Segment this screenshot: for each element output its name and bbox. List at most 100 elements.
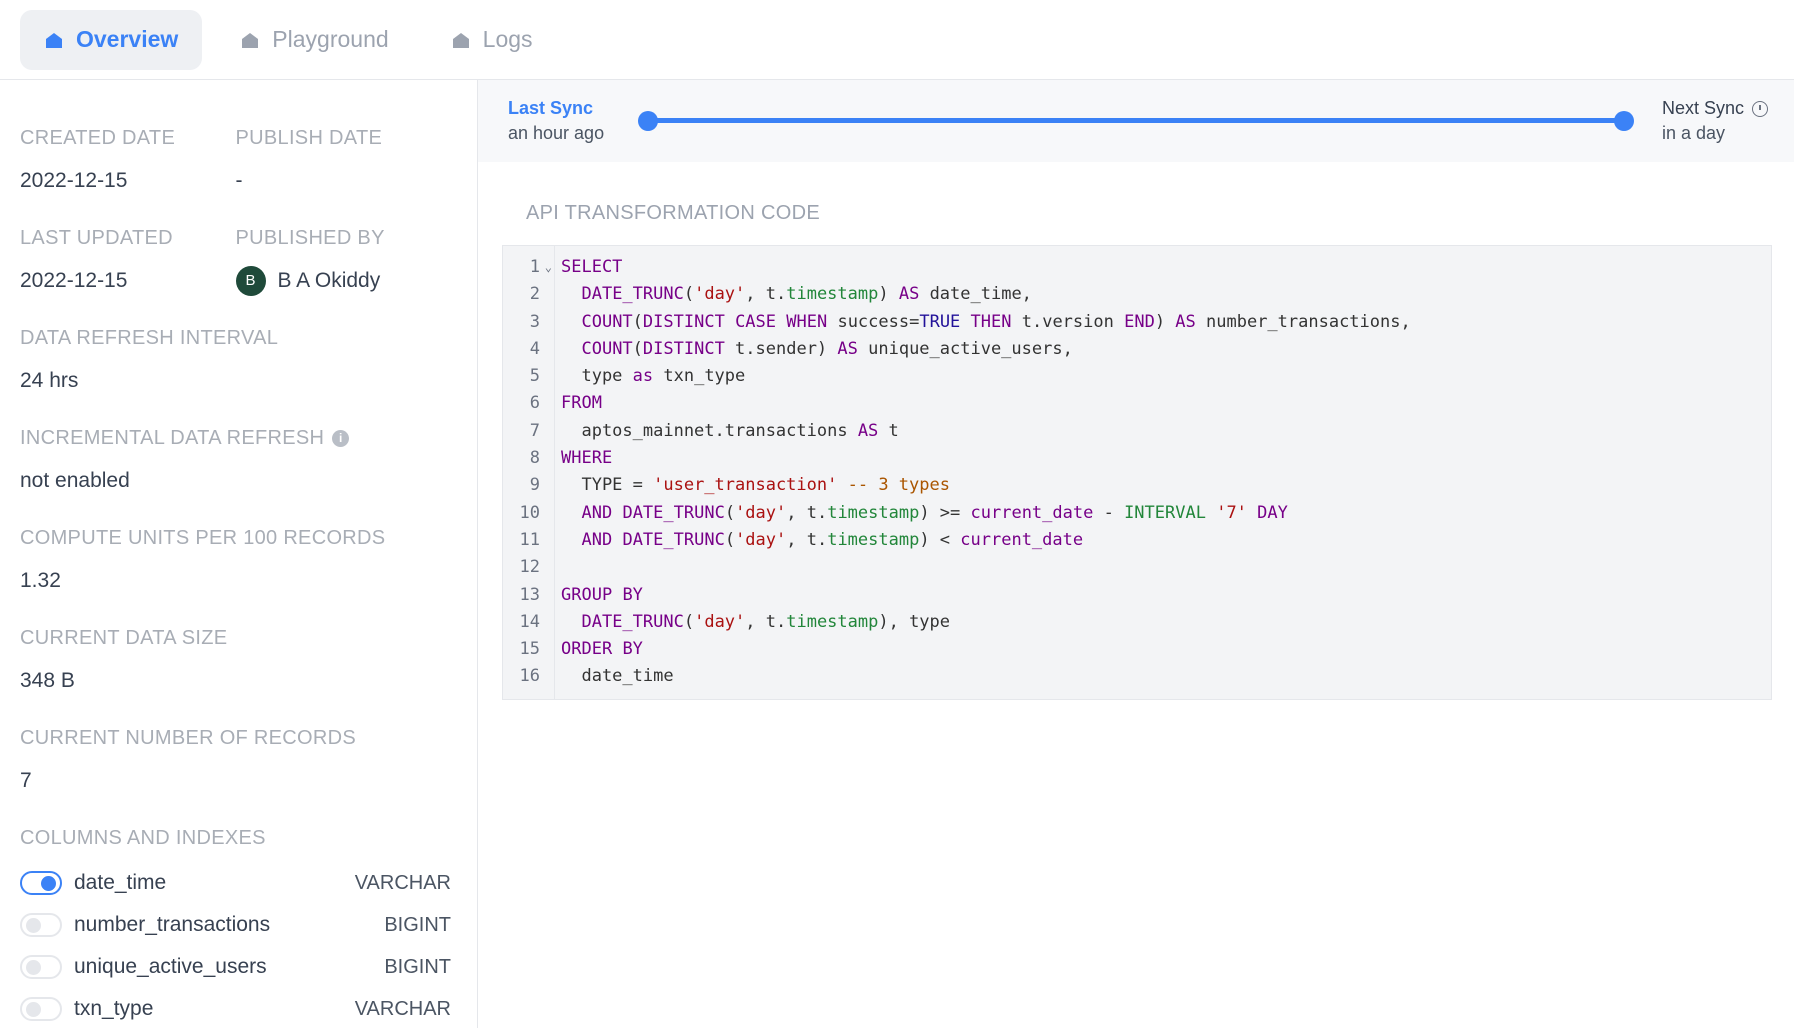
tab-overview-label: Overview	[76, 26, 179, 52]
data-size-field: CURRENT DATA SIZE 348 B	[20, 624, 451, 696]
line-number: 8	[529, 448, 540, 469]
refresh-interval-label: DATA REFRESH INTERVAL	[20, 327, 279, 349]
line-number: 15	[519, 639, 540, 660]
code-line: DATE_TRUNC('day', t.timestamp) AS date_t…	[581, 284, 1032, 305]
last-sync-label: Last Sync	[508, 98, 594, 118]
clock-icon[interactable]	[1752, 100, 1768, 117]
list-item: number_transactions BIGINT	[20, 904, 451, 946]
line-number: 9	[529, 475, 540, 496]
data-size-label: CURRENT DATA SIZE	[20, 627, 228, 649]
code-line: TYPE = 'user_transaction' -- 3 types	[561, 475, 950, 496]
index-toggle[interactable]	[20, 997, 62, 1021]
line-number: 7	[529, 420, 540, 441]
column-name: date_time	[74, 871, 167, 894]
next-sync-value: in a day	[1661, 123, 1726, 143]
code-line: SELECT	[561, 257, 623, 277]
code-section-title: API TRANSFORMATION CODE	[526, 202, 820, 224]
slider-handle-end[interactable]	[1613, 111, 1634, 131]
tab-overview[interactable]: Overview	[20, 9, 203, 70]
created-date-field: CREATED DATE 2022-12-15	[20, 124, 236, 196]
slider-handle-start[interactable]	[638, 111, 659, 131]
sync-progress-slider[interactable]	[638, 111, 1634, 131]
code-line: aptos_mainnet.transactions AS t	[561, 420, 899, 441]
published-by-label: PUBLISHED BY	[235, 227, 385, 249]
next-sync: Next Sync in a day	[1662, 98, 1768, 144]
column-type: VARCHAR	[354, 871, 451, 894]
top-tab-bar: Overview Playground Logs	[0, 0, 1794, 80]
index-toggle[interactable]	[20, 871, 62, 895]
code-line: ORDER BY	[561, 639, 643, 660]
last-updated-field: LAST UPDATED 2022-12-15	[20, 224, 236, 296]
compute-units-field: COMPUTE UNITS PER 100 RECORDS 1.32	[20, 524, 451, 596]
code-line: type as txn_type	[561, 366, 746, 387]
last-sync: Last Sync an hour ago	[508, 98, 604, 144]
incremental-refresh-label: INCREMENTAL DATA REFRESH	[20, 427, 325, 449]
created-date-label: CREATED DATE	[20, 127, 176, 149]
line-number: 1 ⌄	[503, 254, 554, 281]
tab-logs[interactable]: Logs	[427, 10, 557, 70]
code-line: AND DATE_TRUNC('day', t.timestamp) < cur…	[581, 529, 1084, 550]
tab-playground[interactable]: Playground	[216, 10, 412, 70]
line-number: 11	[519, 529, 540, 550]
records-label: CURRENT NUMBER OF RECORDS	[20, 727, 357, 749]
home-icon	[46, 32, 62, 48]
line-number: 16	[519, 666, 540, 687]
index-toggle[interactable]	[20, 955, 62, 979]
code-line: AND DATE_TRUNC('day', t.timestamp) >= cu…	[581, 502, 1288, 523]
next-sync-label: Next Sync	[1661, 98, 1744, 118]
incremental-refresh-field: INCREMENTAL DATA REFRESH i not enabled	[20, 424, 451, 496]
publish-date-label: PUBLISH DATE	[235, 127, 383, 149]
line-number: 5	[529, 366, 540, 387]
code-line: date_time	[561, 666, 674, 687]
info-icon[interactable]: i	[332, 429, 350, 447]
last-sync-value: an hour ago	[508, 123, 605, 143]
code-line: WHERE	[561, 448, 613, 469]
avatar: B	[235, 266, 266, 296]
line-number: 3	[529, 311, 540, 332]
last-updated-label: LAST UPDATED	[20, 227, 173, 249]
publish-date-field: PUBLISH DATE -	[236, 124, 452, 196]
main-panel: Last Sync an hour ago Next Sync in a day…	[478, 80, 1794, 1028]
compute-units-value: 1.32	[20, 569, 61, 592]
line-number: 6	[529, 393, 540, 414]
line-number: 2	[529, 284, 540, 305]
code-line: DATE_TRUNC('day', t.timestamp), type	[581, 611, 951, 632]
tab-logs-label: Logs	[482, 26, 533, 52]
code-line: FROM	[561, 393, 602, 414]
columns-list: date_time VARCHAR number_transactions BI…	[20, 862, 451, 1028]
column-name: txn_type	[74, 997, 154, 1020]
incremental-refresh-value: not enabled	[20, 469, 130, 492]
line-number: 14	[519, 611, 540, 632]
list-item: txn_type VARCHAR	[20, 988, 451, 1028]
column-name: unique_active_users	[74, 955, 267, 978]
fold-chevron-icon[interactable]: ⌄	[545, 254, 552, 281]
last-updated-value: 2022-12-15	[20, 269, 128, 292]
records-field: CURRENT NUMBER OF RECORDS 7	[20, 724, 451, 796]
refresh-interval-value: 24 hrs	[20, 369, 79, 392]
code-line: GROUP BY	[561, 584, 643, 605]
home-icon	[242, 32, 259, 48]
list-item: unique_active_users BIGINT	[20, 946, 451, 988]
code-content[interactable]: SELECT DATE_TRUNC('day', t.timestamp) AS…	[555, 246, 1771, 699]
details-panel: CREATED DATE 2022-12-15 PUBLISH DATE - L…	[0, 80, 478, 1028]
code-editor[interactable]: 1 ⌄ 2 3 4 5 6 7 8 9 10 11 12 13 14 15 16 SELECT DATE_TRU…	[502, 245, 1772, 700]
publish-date-value: -	[235, 169, 243, 192]
code-line: COUNT(DISTINCT CASE WHEN success=TRUE TH…	[581, 311, 1411, 332]
column-type: BIGINT	[384, 913, 451, 936]
published-by-field: PUBLISHED BY B B A Okiddy	[235, 224, 452, 296]
line-number: 10	[519, 502, 540, 523]
column-type: VARCHAR	[354, 997, 451, 1020]
code-line: COUNT(DISTINCT t.sender) AS unique_activ…	[581, 338, 1073, 359]
line-number: 12	[519, 557, 540, 578]
data-size-value: 348 B	[20, 669, 75, 692]
column-name: number_transactions	[74, 913, 271, 936]
index-toggle[interactable]	[20, 913, 62, 937]
created-date-value: 2022-12-15	[20, 169, 128, 192]
refresh-interval-field: DATA REFRESH INTERVAL 24 hrs	[20, 324, 451, 396]
line-number: 13	[519, 584, 540, 605]
compute-units-label: COMPUTE UNITS PER 100 RECORDS	[20, 527, 386, 549]
home-icon	[452, 32, 469, 48]
sync-bar: Last Sync an hour ago Next Sync in a day	[478, 80, 1794, 162]
list-item: date_time VARCHAR	[20, 862, 451, 904]
